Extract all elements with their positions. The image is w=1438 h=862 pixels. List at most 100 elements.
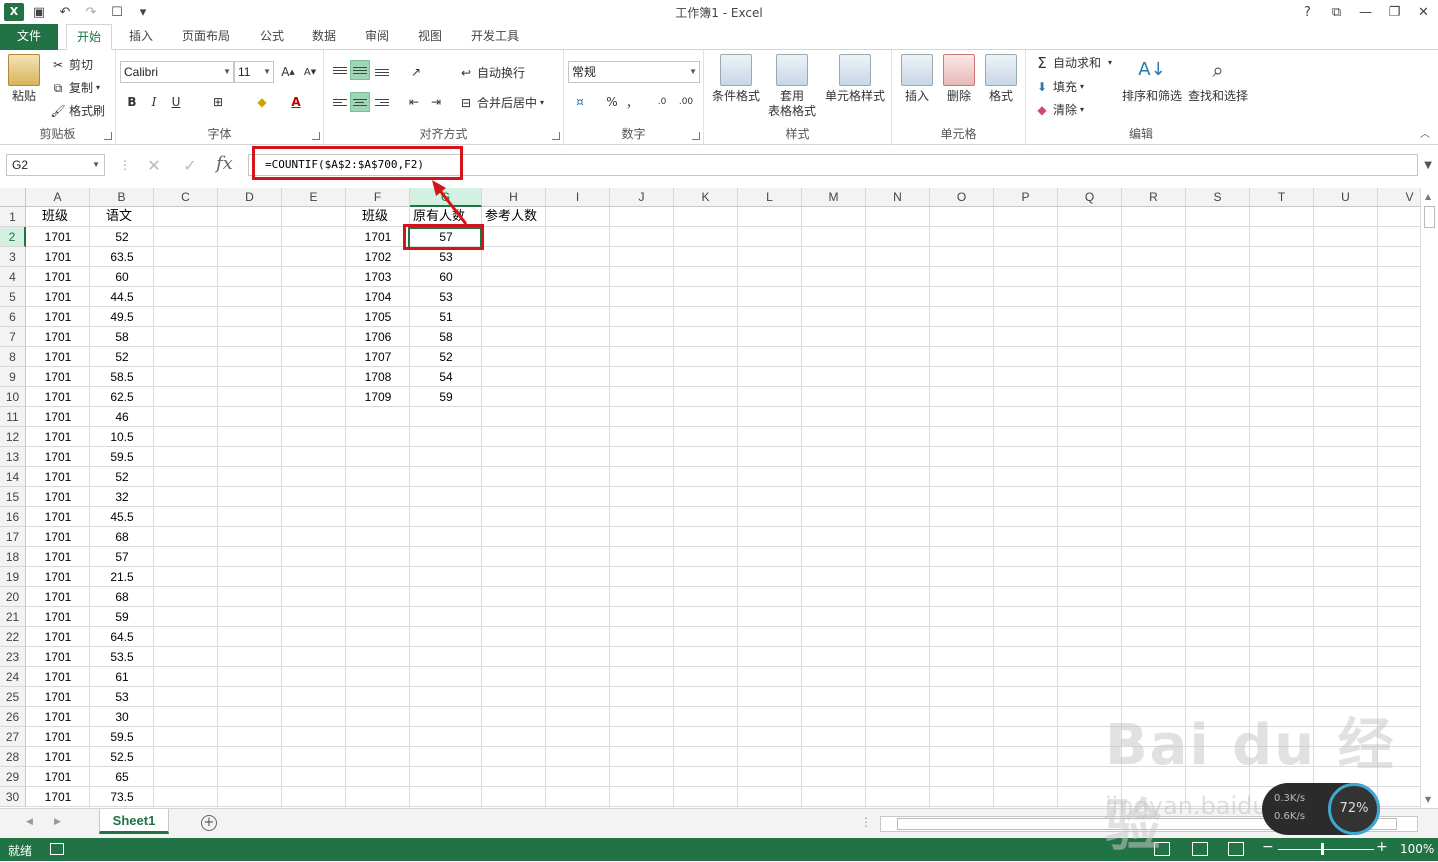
cell-b9[interactable]: 58.5 [90,367,154,387]
cell-b10[interactable]: 62.5 [90,387,154,407]
cell-a14[interactable]: 1701 [26,467,90,487]
cell-a22[interactable]: 1701 [26,627,90,647]
cell-a3[interactable]: 1701 [26,247,90,267]
cell-b11[interactable]: 46 [90,407,154,427]
cell-f2[interactable]: 1701 [346,227,410,247]
row-header-9[interactable]: 9 [0,367,26,387]
cell-a6[interactable]: 1701 [26,307,90,327]
column-header-h[interactable]: H [482,188,546,207]
expand-formula-icon[interactable]: ▼ [1424,160,1432,171]
sheet-tab-sheet1[interactable]: Sheet1 [99,809,169,834]
help-button[interactable]: ? [1293,0,1322,24]
cell-g6[interactable]: 51 [410,307,482,327]
tab-view[interactable]: 视图 [410,24,450,50]
row-header-29[interactable]: 29 [0,767,26,787]
cell-a1[interactable]: 班级 [42,207,106,227]
row-header-6[interactable]: 6 [0,307,26,327]
zoom-slider-thumb[interactable] [1321,843,1324,855]
column-header-l[interactable]: L [738,188,802,207]
row-header-8[interactable]: 8 [0,347,26,367]
cell-a19[interactable]: 1701 [26,567,90,587]
row-header-14[interactable]: 14 [0,467,26,487]
cell-f4[interactable]: 1703 [346,267,410,287]
italic-button[interactable]: I [144,92,164,112]
cell-a26[interactable]: 1701 [26,707,90,727]
row-header-4[interactable]: 4 [0,267,26,287]
conditional-format-button[interactable]: 条件格式 [708,54,764,104]
cell-a5[interactable]: 1701 [26,287,90,307]
restore-button[interactable]: ❐ [1380,0,1409,24]
wrap-text-button[interactable]: ↩ 自动换行 [458,64,525,81]
tab-review[interactable]: 审阅 [357,24,397,50]
name-box[interactable]: G2 ▼ [6,154,105,176]
cell-a21[interactable]: 1701 [26,607,90,627]
cell-b7[interactable]: 58 [90,327,154,347]
cell-b14[interactable]: 52 [90,467,154,487]
vertical-scroll-thumb[interactable] [1424,206,1435,228]
increase-decimal-icon[interactable]: .0 [652,92,672,112]
cell-a4[interactable]: 1701 [26,267,90,287]
cell-a12[interactable]: 1701 [26,427,90,447]
cell-b20[interactable]: 68 [90,587,154,607]
row-header-18[interactable]: 18 [0,547,26,567]
column-header-d[interactable]: D [218,188,282,207]
cell-b4[interactable]: 60 [90,267,154,287]
tab-insert[interactable]: 插入 [120,24,162,50]
cell-a15[interactable]: 1701 [26,487,90,507]
fill-button[interactable]: ⬇ 填充 ▾ [1034,78,1084,95]
row-header-1[interactable]: 1 [0,207,26,227]
formula-bar-grip[interactable]: ⋮ [119,158,131,172]
cell-b30[interactable]: 73.5 [90,787,154,807]
cell-f6[interactable]: 1705 [346,307,410,327]
column-header-v[interactable]: V [1378,188,1420,207]
cell-styles-button[interactable]: 单元格样式 [822,54,888,104]
column-header-p[interactable]: P [994,188,1058,207]
next-sheet-icon[interactable]: ▶ [54,817,61,827]
scroll-up-icon[interactable]: ▲ [1425,192,1431,201]
find-select-button[interactable]: ⌕ 查找和选择 [1186,54,1250,104]
row-header-11[interactable]: 11 [0,407,26,427]
tab-page-layout[interactable]: 页面布局 [174,24,238,50]
merge-center-button[interactable]: ⊟ 合并后居中 ▾ [458,94,544,111]
column-header-a[interactable]: A [26,188,90,207]
cell-a24[interactable]: 1701 [26,667,90,687]
zoom-level[interactable]: 100% [1400,842,1434,856]
cell-b2[interactable]: 52 [90,227,154,247]
delete-cells-button[interactable]: 删除 [940,54,978,104]
cell-a28[interactable]: 1701 [26,747,90,767]
column-header-s[interactable]: S [1186,188,1250,207]
normal-view-icon[interactable] [1154,842,1170,856]
cell-b3[interactable]: 63.5 [90,247,154,267]
decrease-indent-icon[interactable]: ⇤ [404,92,424,112]
cell-b24[interactable]: 61 [90,667,154,687]
cell-a29[interactable]: 1701 [26,767,90,787]
row-header-10[interactable]: 10 [0,387,26,407]
cell-a25[interactable]: 1701 [26,687,90,707]
column-header-u[interactable]: U [1314,188,1378,207]
orientation-icon[interactable]: ↗ [406,62,426,82]
cell-b5[interactable]: 44.5 [90,287,154,307]
page-layout-view-icon[interactable] [1192,842,1208,856]
row-header-19[interactable]: 19 [0,567,26,587]
cell-f3[interactable]: 1702 [346,247,410,267]
column-header-e[interactable]: E [282,188,346,207]
cell-b27[interactable]: 59.5 [90,727,154,747]
column-header-b[interactable]: B [90,188,154,207]
cell-a13[interactable]: 1701 [26,447,90,467]
cell-b15[interactable]: 32 [90,487,154,507]
vertical-scrollbar[interactable]: ▲ ▼ [1420,188,1438,808]
row-header-16[interactable]: 16 [0,507,26,527]
macro-record-icon[interactable] [50,843,64,855]
zoom-out-icon[interactable]: − [1262,839,1274,855]
cell-b13[interactable]: 59.5 [90,447,154,467]
row-header-13[interactable]: 13 [0,447,26,467]
cell-g7[interactable]: 58 [410,327,482,347]
copy-button[interactable]: ⧉ 复制 ▾ [50,79,100,96]
insert-function-button[interactable]: fx [216,153,233,174]
column-header-n[interactable]: N [866,188,930,207]
cell-b28[interactable]: 52.5 [90,747,154,767]
number-launcher-icon[interactable] [692,132,700,140]
row-header-27[interactable]: 27 [0,727,26,747]
cancel-icon[interactable]: ✕ [140,154,168,176]
cell-b26[interactable]: 30 [90,707,154,727]
